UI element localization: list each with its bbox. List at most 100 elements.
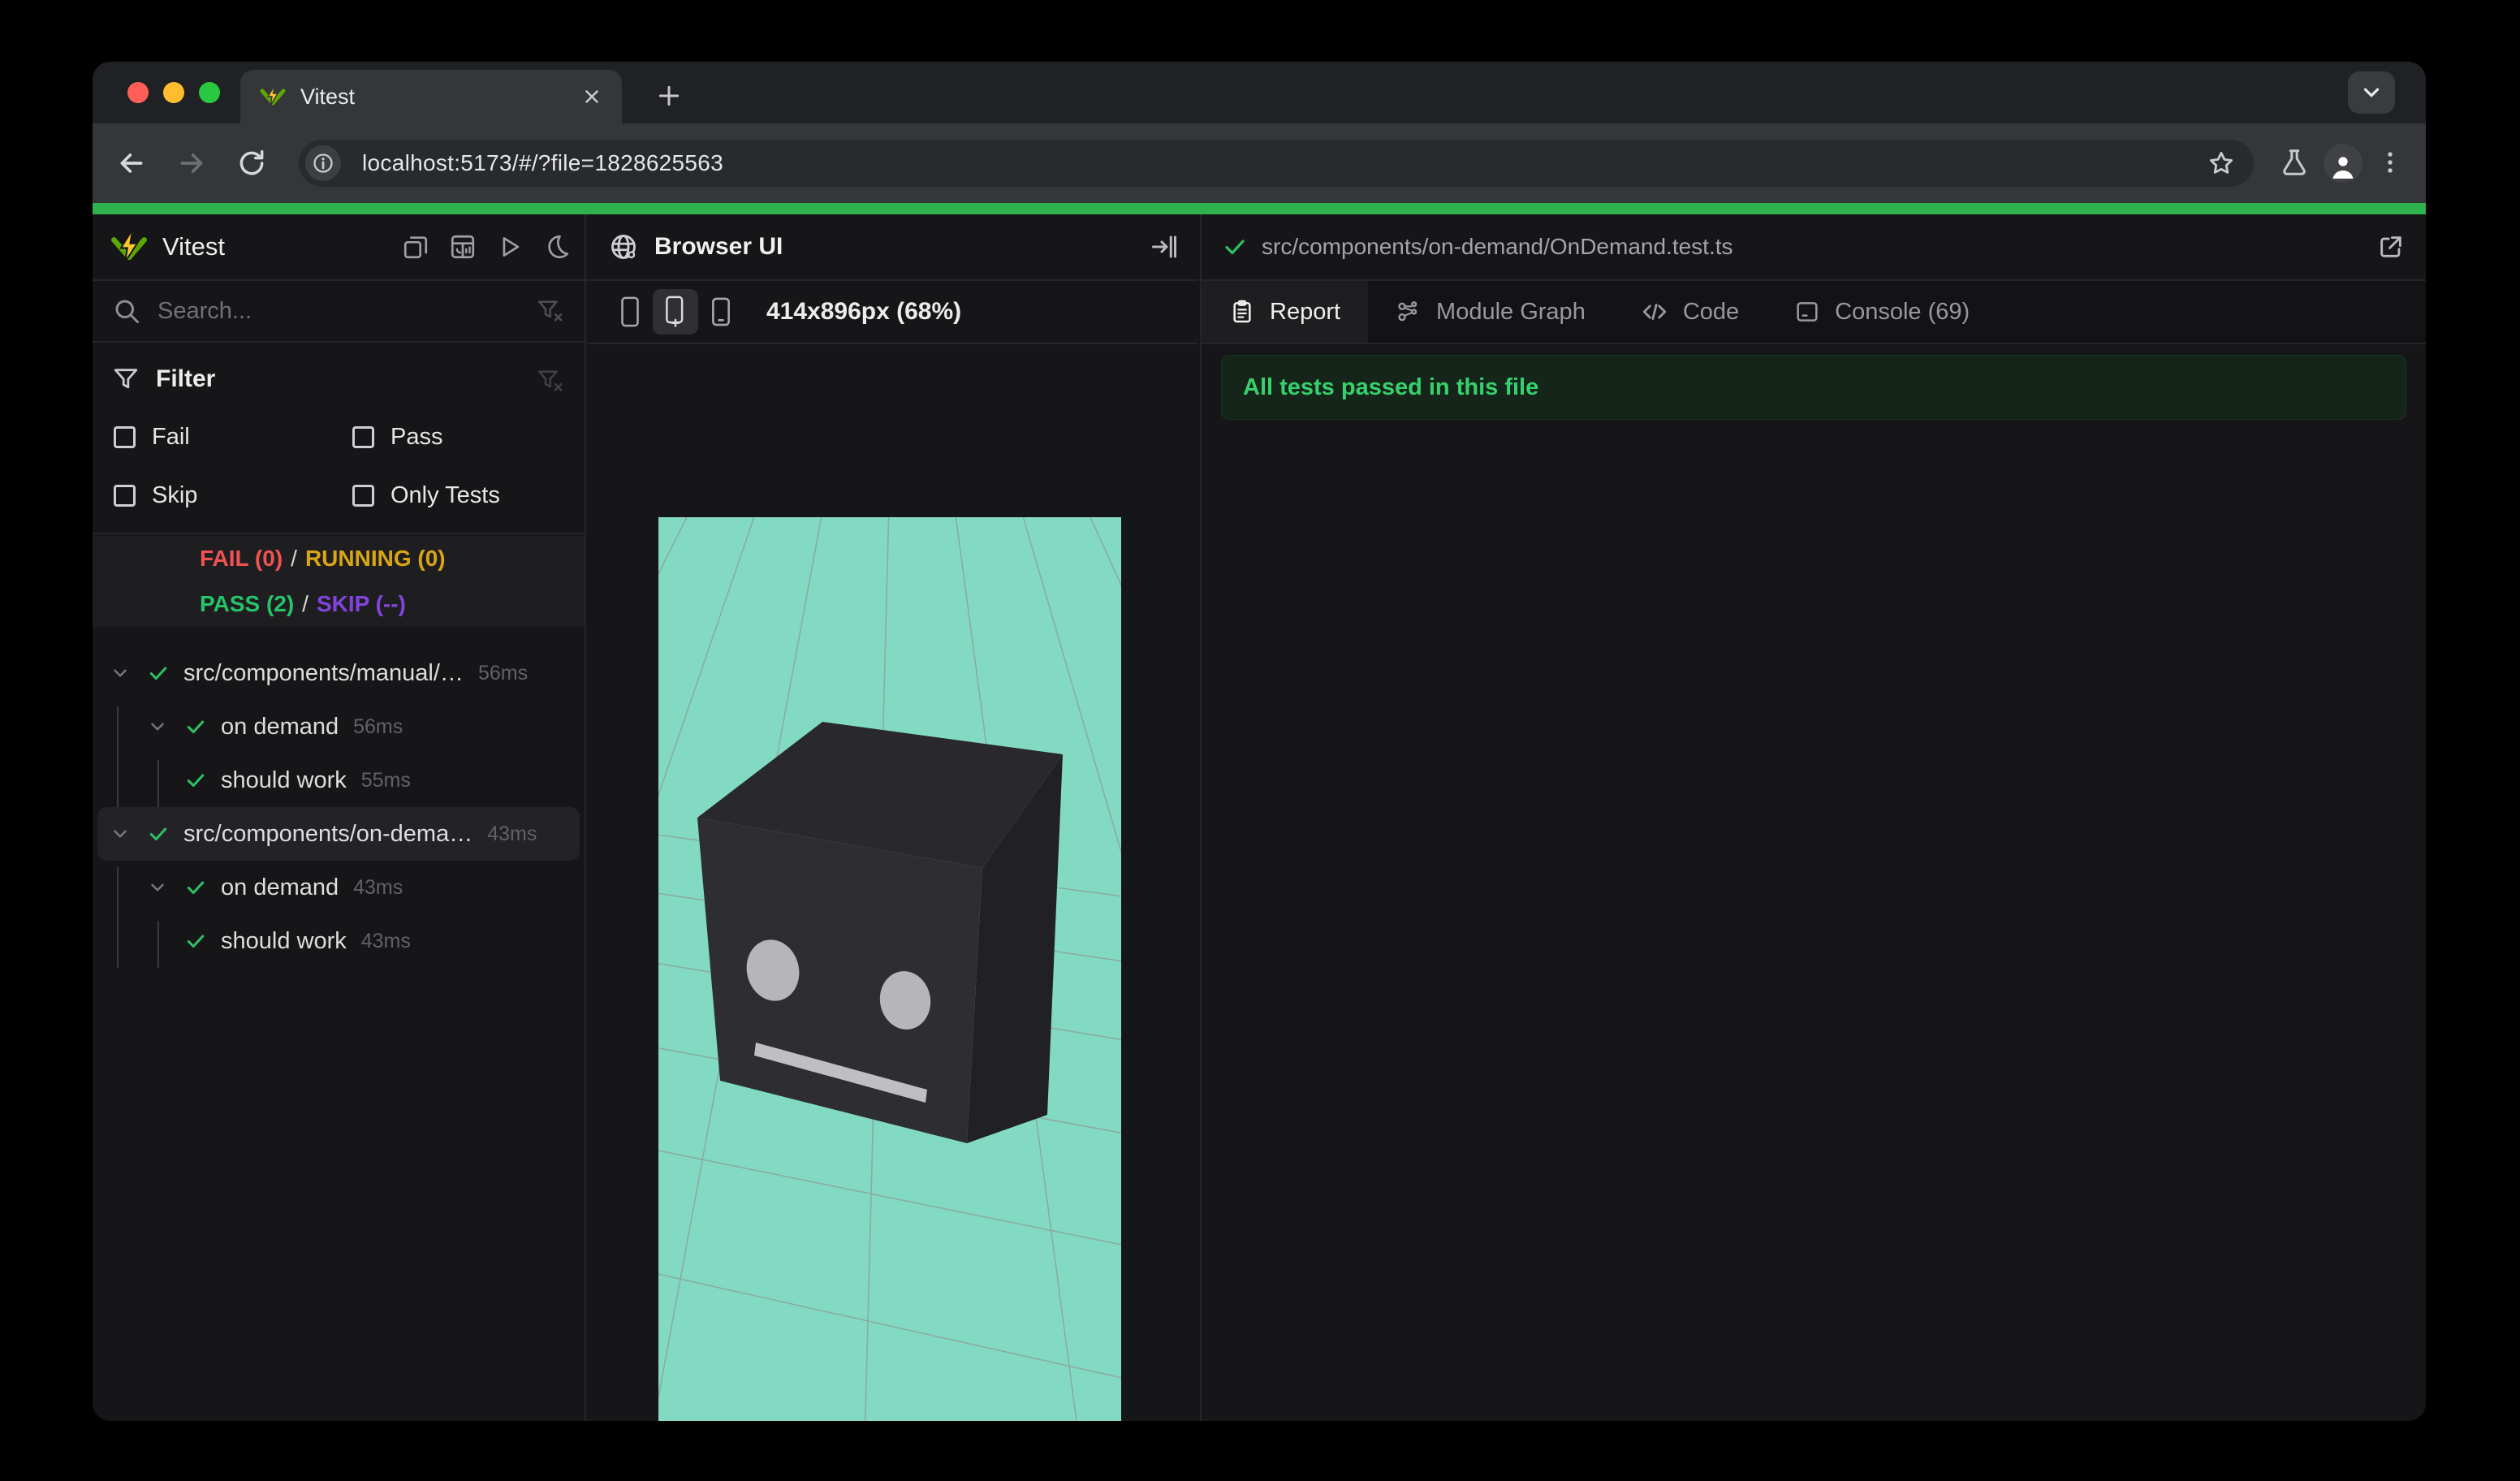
tab-code[interactable]: Code bbox=[1613, 281, 1767, 343]
viewport-size-label: 414x896px (68%) bbox=[766, 298, 962, 325]
checkbox-skip[interactable]: Skip bbox=[114, 482, 197, 509]
checkbox-fail[interactable]: Fail bbox=[114, 424, 190, 451]
robot-cube bbox=[697, 722, 1063, 1143]
dark-mode-toggle-icon[interactable] bbox=[542, 232, 572, 261]
expand-panel-icon[interactable] bbox=[1150, 232, 1179, 261]
test-case-row[interactable]: should work 55ms bbox=[93, 753, 585, 807]
filter-section: Filter Fail Pass Skip Only Tests bbox=[93, 343, 585, 531]
status-summary-row-1: FAIL (0) / RUNNING (0) bbox=[93, 536, 585, 581]
tab-module-graph[interactable]: Module Graph bbox=[1368, 281, 1613, 343]
browser-toolbar: localhost:5173/#/?file=1828625563 bbox=[93, 123, 2426, 203]
site-info-icon[interactable] bbox=[305, 145, 341, 181]
test-explorer-sidebar: Vitest Search... Filter Fail Pass Skip O… bbox=[93, 214, 585, 1421]
report-clipboard-icon bbox=[1229, 299, 1255, 325]
browser-menu-icon[interactable] bbox=[2372, 145, 2408, 180]
profile-avatar[interactable] bbox=[2324, 144, 2362, 183]
robot-cube-scene bbox=[658, 517, 1121, 1421]
address-bar[interactable]: localhost:5173/#/?file=1828625563 bbox=[299, 140, 2254, 187]
test-file-row-selected[interactable]: src/components/on-dema… 43ms bbox=[93, 807, 585, 861]
sidebar-header: Vitest bbox=[93, 214, 585, 279]
browser-ui-panel: Browser UI 414x896px (68%) bbox=[586, 214, 1198, 1421]
checkbox-pass[interactable]: Pass bbox=[352, 424, 442, 451]
device-mobile-plus-icon[interactable] bbox=[653, 289, 698, 335]
pass-count: PASS (2) bbox=[200, 591, 295, 616]
pass-check-icon bbox=[185, 930, 206, 952]
experiments-flask-icon[interactable] bbox=[2276, 145, 2312, 180]
device-toolbar: 414x896px (68%) bbox=[586, 281, 1198, 343]
skip-count: SKIP (--) bbox=[316, 591, 406, 616]
chevron-down-icon[interactable] bbox=[146, 877, 169, 898]
test-case-row[interactable]: should work 43ms bbox=[93, 914, 585, 968]
close-window-button[interactable] bbox=[127, 82, 149, 103]
bookmark-star-icon[interactable] bbox=[2205, 147, 2237, 179]
vitest-progress-bar bbox=[93, 203, 2426, 214]
status-summary-row-2: PASS (2) / SKIP (--) bbox=[93, 581, 585, 627]
forward-button[interactable] bbox=[172, 144, 211, 183]
pass-check-icon bbox=[185, 769, 206, 792]
open-external-icon[interactable] bbox=[2377, 233, 2405, 261]
tab-close-icon[interactable] bbox=[580, 84, 604, 109]
module-graph-icon bbox=[1396, 299, 1422, 325]
pass-check-icon bbox=[185, 715, 206, 738]
globe-icon bbox=[609, 232, 638, 261]
fail-count: FAIL (0) bbox=[200, 546, 283, 571]
url-text[interactable]: localhost:5173/#/?file=1828625563 bbox=[362, 150, 2205, 176]
device-mobile-icon[interactable] bbox=[607, 289, 653, 335]
collapse-panels-icon[interactable] bbox=[401, 232, 430, 261]
report-panel: src/components/on-demand/OnDemand.test.t… bbox=[1202, 214, 2426, 1421]
chevron-down-icon[interactable] bbox=[109, 823, 132, 844]
code-icon bbox=[1641, 298, 1668, 326]
test-suite-row[interactable]: on demand 43ms bbox=[93, 861, 585, 914]
running-count: RUNNING (0) bbox=[304, 546, 446, 571]
banner-text: All tests passed in this file bbox=[1243, 373, 1539, 400]
minimize-window-button[interactable] bbox=[163, 82, 184, 103]
filter-title: Filter bbox=[156, 365, 216, 392]
new-tab-button[interactable] bbox=[653, 80, 685, 112]
report-tabs: Report Module Graph Code Console (69) bbox=[1202, 281, 2426, 343]
checkbox-box[interactable] bbox=[352, 426, 374, 448]
tab-title: Vitest bbox=[300, 84, 356, 109]
search-row bbox=[93, 281, 585, 341]
chevron-down-icon[interactable] bbox=[109, 663, 132, 684]
filter-funnel-icon bbox=[112, 365, 140, 393]
pass-check-icon bbox=[148, 662, 169, 684]
pass-check-icon bbox=[1223, 235, 1247, 259]
checkbox-only-tests[interactable]: Only Tests bbox=[352, 482, 500, 509]
tab-console[interactable]: Console (69) bbox=[1767, 281, 1997, 343]
checkbox-box[interactable] bbox=[352, 485, 374, 507]
checkbox-box[interactable] bbox=[114, 426, 136, 448]
back-button[interactable] bbox=[112, 144, 151, 183]
browser-window: Vitest localhost:5173/#/?file=1828625563… bbox=[93, 62, 2426, 1421]
clear-filter-icon[interactable] bbox=[536, 297, 563, 325]
search-input[interactable] bbox=[158, 297, 536, 325]
console-icon bbox=[1794, 299, 1820, 325]
browser-ui-header: Browser UI bbox=[586, 214, 1198, 279]
desktop-background: Vitest localhost:5173/#/?file=1828625563… bbox=[0, 0, 2520, 1481]
test-suite-row[interactable]: on demand 56ms bbox=[93, 700, 585, 753]
test-file-path: src/components/on-demand/OnDemand.test.t… bbox=[1262, 234, 1733, 259]
checkbox-box[interactable] bbox=[114, 485, 136, 507]
tab-strip: Vitest bbox=[93, 62, 2426, 123]
reload-button[interactable] bbox=[232, 144, 271, 183]
device-tablet-icon[interactable] bbox=[698, 289, 744, 335]
dashboard-icon[interactable] bbox=[448, 232, 477, 261]
all-tests-passed-banner: All tests passed in this file bbox=[1221, 355, 2406, 420]
maximize-window-button[interactable] bbox=[199, 82, 220, 103]
run-all-icon[interactable] bbox=[495, 232, 524, 261]
browser-tab-vitest[interactable]: Vitest bbox=[240, 70, 622, 123]
search-icon bbox=[112, 296, 141, 326]
test-viewport-canvas[interactable] bbox=[658, 517, 1121, 1421]
report-file-header: src/components/on-demand/OnDemand.test.t… bbox=[1202, 214, 2426, 279]
tab-report[interactable]: Report bbox=[1202, 281, 1369, 343]
tab-search-chevron-button[interactable] bbox=[2348, 71, 2395, 114]
vitest-ui-page: Vitest Search... Filter Fail Pass Skip O… bbox=[93, 214, 2426, 1421]
vitest-logo-icon bbox=[111, 228, 147, 263]
sidebar-title: Vitest bbox=[162, 232, 225, 261]
vitest-favicon-icon bbox=[260, 84, 286, 106]
clear-filter-icon-dim[interactable] bbox=[536, 367, 563, 395]
pass-check-icon bbox=[185, 876, 206, 899]
browser-ui-title: Browser UI bbox=[654, 233, 783, 260]
test-file-row[interactable]: src/components/manual/… 56ms bbox=[93, 646, 585, 700]
chevron-down-icon[interactable] bbox=[146, 716, 169, 737]
pass-check-icon bbox=[148, 823, 169, 845]
